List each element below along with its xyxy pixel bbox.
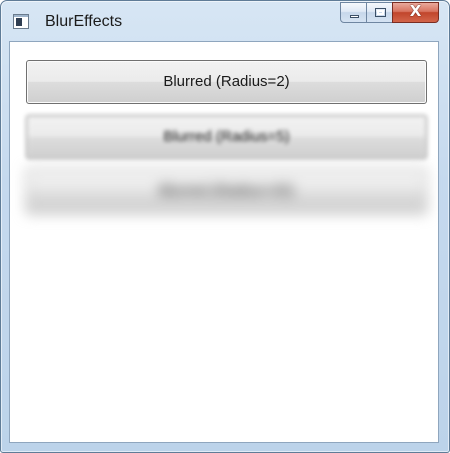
app-icon-pane	[16, 18, 22, 26]
minimize-button[interactable]	[340, 2, 367, 23]
blurred-radius-2-button[interactable]: Blurred (Radius=2)	[26, 60, 427, 104]
title-bar[interactable]: BlurEffects X	[1, 1, 449, 41]
maximize-button[interactable]	[366, 2, 393, 23]
minimize-icon	[350, 15, 359, 18]
close-button[interactable]: X	[392, 2, 439, 23]
close-icon: X	[409, 2, 422, 20]
maximize-icon	[375, 8, 386, 17]
caption-buttons: X	[340, 2, 439, 24]
app-icon[interactable]	[13, 14, 29, 29]
app-window: BlurEffects X Blurred (Radius=2) Blurred…	[0, 0, 450, 453]
blurred-radius-5-button[interactable]: Blurred (Radius=5)	[26, 115, 427, 159]
app-icon-strip	[14, 15, 28, 17]
blurred-radius-20-button[interactable]: Blurred (Radius=20)	[26, 168, 427, 214]
client-area: Blurred (Radius=2) Blurred (Radius=5) Bl…	[9, 41, 439, 443]
window-title: BlurEffects	[45, 13, 123, 30]
